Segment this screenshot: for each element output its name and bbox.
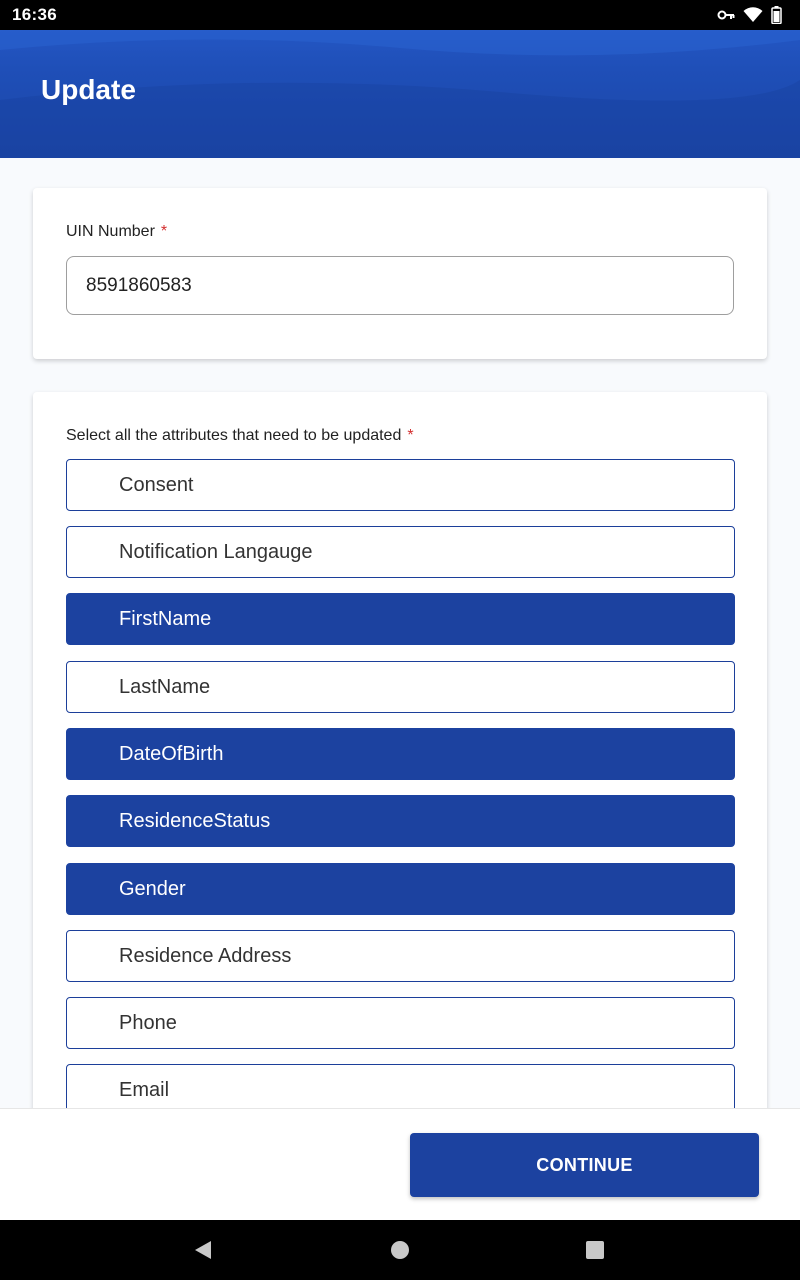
bottom-action-bar: CONTINUE	[0, 1108, 800, 1220]
attribute-chip-label: Email	[119, 1078, 170, 1101]
wifi-icon	[743, 7, 763, 23]
attribute-chip-residence-address[interactable]: Residence Address	[66, 930, 735, 982]
attribute-chip-email[interactable]: Email	[66, 1064, 735, 1108]
attribute-chip-residencestatus[interactable]: ResidenceStatus	[66, 795, 735, 847]
status-bar: 16:36	[0, 0, 800, 30]
attribute-chip-label: LastName	[119, 675, 211, 698]
attribute-chip-phone[interactable]: Phone	[66, 997, 735, 1049]
attribute-chip-label: Consent	[119, 473, 194, 496]
status-time: 16:36	[12, 5, 57, 24]
app-header: Update	[0, 30, 800, 158]
attribute-chip-label: Gender	[119, 877, 186, 900]
attributes-card: Select all the attributes that need to b…	[33, 392, 767, 1108]
uin-label-text: UIN Number	[66, 223, 155, 240]
uin-required-mark: *	[160, 223, 168, 240]
attribute-chip-label: FirstName	[119, 607, 212, 630]
vpn-key-icon	[717, 9, 735, 21]
continue-button[interactable]: CONTINUE	[410, 1133, 759, 1197]
uin-label: UIN Number *	[66, 223, 167, 241]
attribute-chip-label: Residence Address	[119, 944, 292, 967]
uin-card: UIN Number *	[33, 188, 767, 359]
attribute-chip-label: Notification Langauge	[119, 540, 313, 563]
attribute-chip-label: DateOfBirth	[119, 742, 224, 765]
attribute-chip-lastname[interactable]: LastName	[66, 661, 735, 713]
content-area[interactable]: UIN Number * Select all the attributes th…	[0, 158, 800, 1108]
uin-input[interactable]	[66, 256, 734, 315]
attributes-label-text: Select all the attributes that need to b…	[66, 427, 402, 444]
page-title: Update	[41, 74, 136, 105]
attribute-chip-consent[interactable]: Consent	[66, 459, 735, 511]
attribute-chip-firstname[interactable]: FirstName	[66, 593, 735, 645]
attributes-required-mark: *	[407, 427, 414, 444]
system-nav-bar	[0, 1220, 800, 1280]
attribute-chip-label: Phone	[119, 1011, 177, 1034]
battery-icon	[771, 6, 782, 24]
attribute-chip-gender[interactable]: Gender	[66, 863, 735, 915]
recents-icon[interactable]	[583, 1238, 607, 1262]
attribute-chip-label: ResidenceStatus	[119, 809, 271, 832]
attribute-chip-dateofbirth[interactable]: DateOfBirth	[66, 728, 735, 780]
attributes-label: Select all the attributes that need to b…	[66, 427, 414, 445]
status-icons	[717, 6, 782, 24]
home-icon[interactable]	[388, 1238, 412, 1262]
back-icon[interactable]	[191, 1238, 215, 1262]
attribute-chip-notification-language[interactable]: Notification Langauge	[66, 526, 735, 578]
